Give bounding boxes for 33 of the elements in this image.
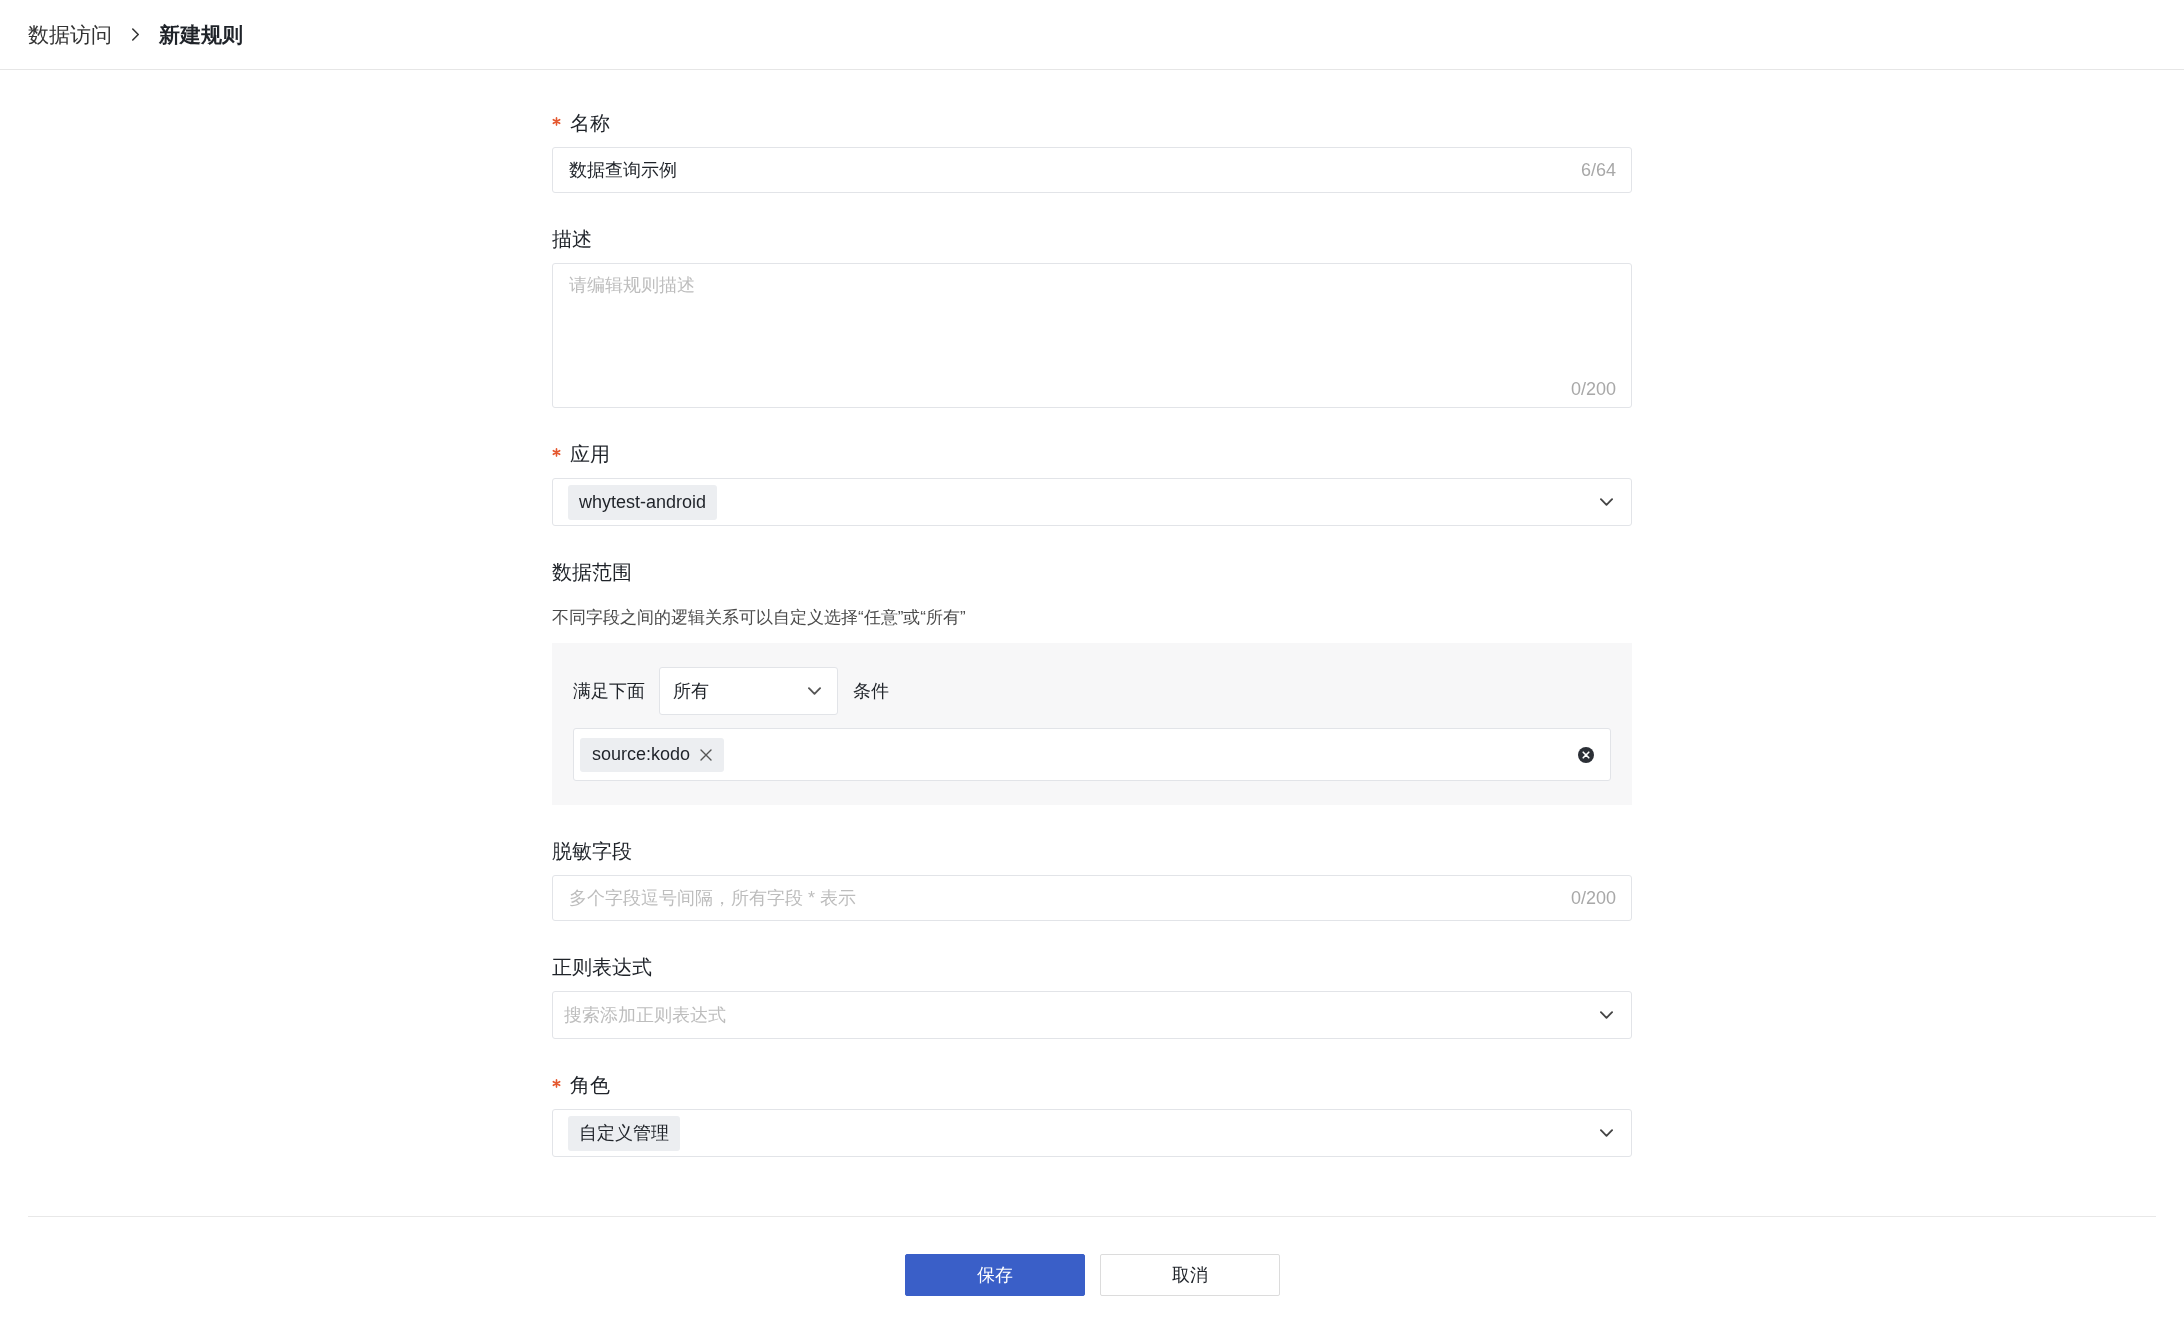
field-label: 描述: [552, 227, 592, 252]
condition-tags-input[interactable]: source:kodo: [573, 728, 1611, 781]
chevron-down-icon: [1600, 1011, 1613, 1019]
chevron-down-icon: [1600, 1129, 1613, 1137]
char-counter: 0/200: [1570, 887, 1616, 910]
field-label: 正则表达式: [552, 955, 652, 980]
select-value: 所有: [673, 679, 709, 703]
char-counter: 6/64: [1580, 159, 1616, 182]
condition-prefix: 满足下面: [573, 679, 645, 703]
field-label: 角色: [570, 1073, 610, 1098]
select-placeholder: 搜索添加正则表达式: [564, 1003, 726, 1027]
field-label: 名称: [570, 111, 610, 136]
clear-icon[interactable]: [1578, 746, 1594, 763]
match-select[interactable]: 所有: [659, 667, 838, 715]
remove-icon[interactable]: [700, 748, 713, 761]
help-text: 不同字段之间的逻辑关系可以自定义选择“任意”或“所有”: [552, 607, 967, 629]
field-label: 脱敏字段: [552, 839, 632, 864]
chevron-right-icon: [132, 28, 139, 41]
cancel-button[interactable]: 取消: [1099, 1254, 1280, 1296]
char-counter: 0/200: [1570, 378, 1616, 401]
chevron-down-icon: [1600, 498, 1613, 506]
chevron-down-icon: [808, 687, 821, 695]
select-field[interactable]: whytest-android: [552, 478, 1632, 526]
breadcrumb-link[interactable]: 数据访问: [28, 18, 112, 51]
breadcrumb-current: 新建规则: [159, 21, 243, 48]
field-label: 数据范围: [552, 560, 632, 585]
selected-tag: 自定义管理: [568, 1115, 680, 1151]
condition-suffix: 条件: [853, 679, 889, 703]
selected-tag: whytest-android: [568, 484, 718, 520]
field-label: 应用: [570, 442, 610, 467]
save-button[interactable]: 保存: [904, 1254, 1085, 1296]
tag-label: source:kodo: [592, 743, 691, 766]
select-field[interactable]: 自定义管理: [552, 1109, 1632, 1157]
